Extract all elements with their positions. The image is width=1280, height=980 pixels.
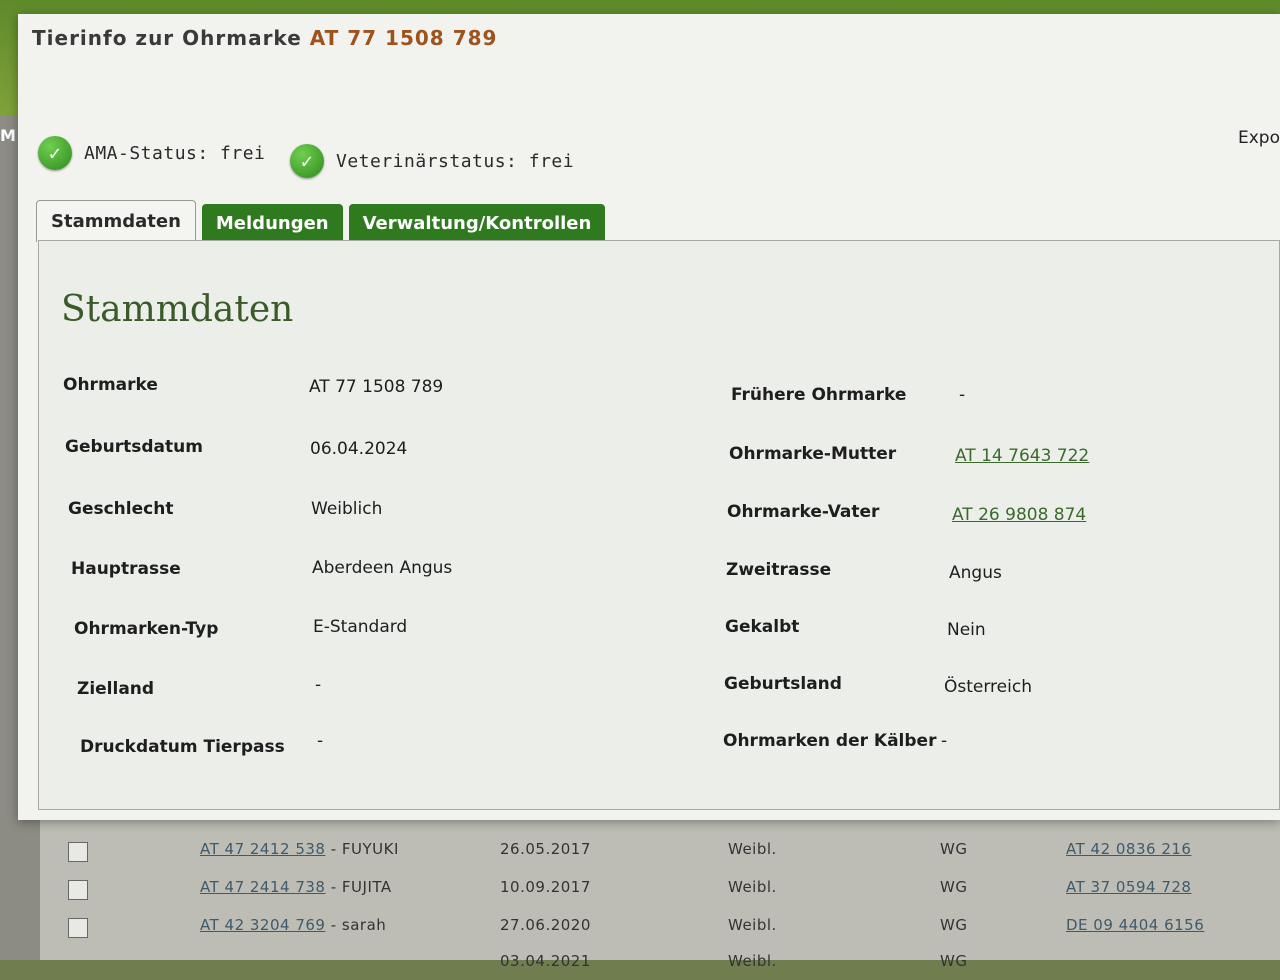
row-sex: Weibl.: [728, 916, 777, 934]
row-tag-link[interactable]: AT 47 2414 738: [200, 878, 325, 896]
row-mother-link[interactable]: DE 09 4404 6156: [1066, 916, 1204, 934]
field-value-zweitrasse: Angus: [949, 563, 1002, 583]
field-value-ohrmarken-der-kaelber: -: [941, 731, 948, 751]
row-mother-link[interactable]: AT 37 0594 728: [1066, 878, 1191, 896]
row-code: WG: [940, 952, 968, 970]
field-label-druckdatum-tierpass: Druckdatum Tierpass: [80, 737, 285, 757]
field-label-ohrmarken-typ: Ohrmarken-Typ: [74, 619, 219, 639]
field-label-ohrmarken-der-kaelber: Ohrmarken der Kälber: [723, 731, 937, 751]
field-label-zielland: Zielland: [77, 679, 155, 699]
tab-bar: Stammdaten Meldungen Verwaltung/Kontroll…: [36, 200, 606, 242]
father-eartag-link[interactable]: AT 26 9808 874: [952, 505, 1086, 525]
field-label-zweitrasse: Zweitrasse: [726, 560, 832, 580]
row-date: 26.05.2017: [500, 840, 591, 858]
field-value-geburtsdatum: 06.04.2024: [310, 439, 408, 459]
row-sex: Weibl.: [728, 840, 777, 858]
field-label-ohrmarke-vater: Ohrmarke-Vater: [727, 502, 880, 522]
row-mother-link[interactable]: AT 42 0836 216: [1066, 840, 1191, 858]
field-value-geschlecht: Weiblich: [311, 499, 383, 519]
background-sidebar-label: M: [0, 126, 16, 145]
field-label-ohrmarke: Ohrmarke: [63, 375, 158, 395]
row-name: - FUJITA: [325, 878, 392, 896]
tab-stammdaten[interactable]: Stammdaten: [36, 200, 196, 242]
tab-meldungen[interactable]: Meldungen: [201, 204, 343, 242]
field-label-ohrmarke-mutter: Ohrmarke-Mutter: [729, 444, 897, 464]
panel-heading: Stammdaten: [61, 289, 294, 330]
field-label-fruehere-ohrmarke: Frühere Ohrmarke: [731, 385, 907, 405]
mother-eartag-link[interactable]: AT 14 7643 722: [955, 446, 1089, 466]
row-checkbox[interactable]: [68, 880, 88, 900]
row-checkbox[interactable]: [68, 842, 88, 862]
row-checkbox[interactable]: [68, 918, 88, 938]
row-name: - sarah: [325, 916, 387, 934]
row-code: WG: [940, 840, 968, 858]
vet-status-label: Veterinärstatus: frei: [336, 150, 575, 172]
field-value-gekalbt: Nein: [947, 620, 986, 640]
dialog-title-prefix: Tierinfo zur Ohrmarke: [32, 26, 302, 50]
field-label-hauptrasse: Hauptrasse: [71, 559, 181, 579]
row-code: WG: [940, 916, 968, 934]
dialog-title: Tierinfo zur Ohrmarke AT 77 1508 789: [32, 26, 497, 50]
dialog-title-eartag: AT 77 1508 789: [309, 26, 498, 50]
table-row[interactable]: AT 47 2414 738 - FUJITA 10.09.2017 Weibl…: [40, 868, 1280, 906]
ama-status: ✓ AMA-Status: frei: [38, 136, 265, 170]
vet-status: ✓ Veterinärstatus: frei: [290, 144, 574, 178]
table-row[interactable]: AT 47 2412 538 - FUYUKI 26.05.2017 Weibl…: [40, 830, 1280, 868]
field-label-geschlecht: Geschlecht: [68, 499, 174, 519]
row-date: 27.06.2020: [500, 916, 591, 934]
check-icon: ✓: [38, 136, 72, 170]
row-code: WG: [940, 878, 968, 896]
row-date: 10.09.2017: [500, 878, 591, 896]
tab-verwaltung-kontrollen[interactable]: Verwaltung/Kontrollen: [348, 204, 606, 242]
ama-status-label: AMA-Status: frei: [84, 142, 266, 164]
row-sex: Weibl.: [728, 878, 777, 896]
field-value-hauptrasse: Aberdeen Angus: [312, 558, 453, 578]
field-value-zielland: -: [315, 675, 322, 695]
table-row[interactable]: 03.04.2021 Weibl. WG: [40, 942, 1280, 980]
field-value-geburtsland: Österreich: [944, 677, 1032, 697]
export-button[interactable]: Expo: [1238, 128, 1280, 148]
field-value-druckdatum-tierpass: -: [317, 731, 324, 751]
field-value-ohrmarken-typ: E-Standard: [313, 617, 408, 637]
stammdaten-panel: Stammdaten Ohrmarke AT 77 1508 789 Gebur…: [38, 240, 1280, 810]
row-date: 03.04.2021: [500, 952, 591, 970]
field-value-fruehere-ohrmarke: -: [959, 385, 966, 405]
field-value-ohrmarke: AT 77 1508 789: [309, 377, 444, 397]
row-tag-link[interactable]: AT 42 3204 769: [200, 916, 325, 934]
check-icon: ✓: [290, 144, 324, 178]
animal-info-dialog: Tierinfo zur Ohrmarke AT 77 1508 789 Exp…: [18, 14, 1280, 820]
field-label-geburtsland: Geburtsland: [724, 674, 842, 694]
row-sex: Weibl.: [728, 952, 777, 970]
background-animal-table: AT 47 2412 538 - FUYUKI 26.05.2017 Weibl…: [40, 810, 1280, 970]
row-name: - FUYUKI: [325, 840, 399, 858]
field-label-geburtsdatum: Geburtsdatum: [65, 437, 203, 457]
field-label-gekalbt: Gekalbt: [725, 617, 800, 637]
table-row[interactable]: AT 42 3204 769 - sarah 27.06.2020 Weibl.…: [40, 906, 1280, 944]
row-tag-link[interactable]: AT 47 2412 538: [200, 840, 325, 858]
